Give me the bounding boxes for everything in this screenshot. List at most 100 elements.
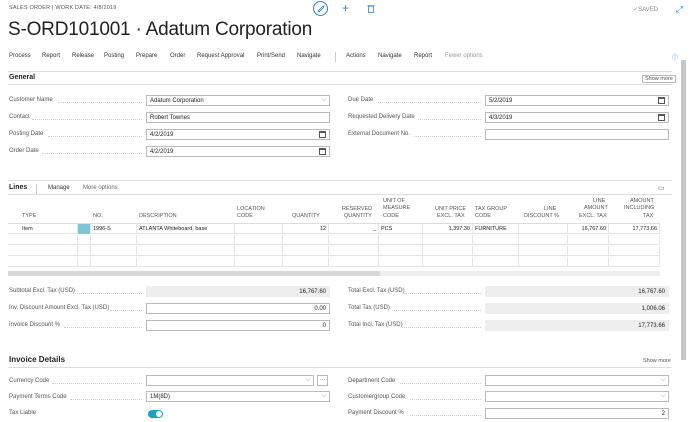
table-row[interactable]: Item 1996-S ATLANTA Whiteboard, base 12 … [8,224,660,234]
col-quantity[interactable]: QUANTITY [292,213,320,220]
customergroup-code-field[interactable]: ⌵ [485,391,669,402]
col-line-amount-2[interactable]: AMOUNT [584,205,608,212]
saved-status: ✓SAVED [633,7,658,13]
lines-horizontal-scrollbar[interactable] [8,271,660,276]
expand-button[interactable]: ⤢ [676,4,683,15]
customer-name-field[interactable]: Adatum Corporation ⌵ [146,95,330,106]
action-navigate-2[interactable]: Navigate [378,53,402,59]
col-amount-incl-2[interactable]: INCLUDING [624,205,654,212]
col-unit-price-2[interactable]: EXCL. TAX [437,213,465,220]
calendar-icon[interactable] [658,97,665,104]
col-line-amount-1[interactable]: LINE [593,198,605,205]
col-line-amount-3[interactable]: EXCL. TAX [579,213,607,220]
cell-amount-incl[interactable]: 17,773.66 [609,224,660,234]
col-line-disc-2[interactable]: DISCOUNT % [524,213,559,220]
lines-grid: Item 1996-S ATLANTA Whiteboard, base 12 … [8,223,660,269]
chevron-down-icon[interactable]: ⌵ [660,377,665,384]
cell-line-discount[interactable] [519,224,568,234]
calendar-icon[interactable] [319,148,326,155]
col-amount-incl-1[interactable]: AMOUNT [630,198,654,205]
action-posting[interactable]: Posting [104,53,124,59]
col-uom-2[interactable]: MEASURE [383,205,410,212]
cell-no[interactable]: 1996-S [91,224,137,234]
due-date-field[interactable]: 5/2/2019 [485,95,669,106]
cell-line-amount[interactable]: 16,767.60 [568,224,609,234]
col-type[interactable]: TYPE [22,213,36,220]
info-icon[interactable]: ⓘ [672,53,678,62]
col-line-disc-1[interactable]: LINE [544,206,556,213]
col-no[interactable]: NO. [93,213,103,220]
table-row[interactable] [8,235,660,245]
action-release[interactable]: Release [72,53,94,59]
action-print-send[interactable]: Print/Send [257,53,285,59]
lines-more-options[interactable]: More options [83,185,118,191]
action-order[interactable]: Order [170,53,185,59]
currency-code-field[interactable]: ⌵ [146,375,314,386]
action-report[interactable]: Report [42,53,60,59]
tax-liable-toggle[interactable] [148,410,163,418]
external-doc-field[interactable] [485,129,669,140]
fewer-options-link[interactable]: Fewer options [445,53,483,59]
col-tax-group-1[interactable]: TAX GROUP [475,206,507,213]
currency-lookup-button[interactable]: ··· [317,375,328,386]
inv-discount-amount-field[interactable]: 0.00 [146,303,330,314]
cell-description[interactable]: ATLANTA Whiteboard, base [137,224,235,234]
cell-uom[interactable]: PCS [379,224,423,234]
chevron-down-icon[interactable]: ⌵ [321,97,326,104]
action-request-approval[interactable]: Request Approval [197,53,244,59]
contact-field[interactable]: Robert Townes [146,112,330,123]
add-button[interactable]: + [342,1,349,15]
posting-date-field[interactable]: 4/2/2019 [146,129,330,140]
col-reserved-1[interactable]: RESERVED [342,206,372,213]
col-uom-1[interactable]: UNIT OF [383,198,405,205]
lines-section-title: Lines [9,184,28,191]
action-actions[interactable]: Actions [346,53,366,59]
cell-unit-price[interactable]: 1,397.30 [423,224,473,234]
subtotal-label: Subtotal Excl. Tax (USD) [9,288,75,294]
divider [8,367,672,368]
payment-terms-field[interactable]: 1M(8D) ⌵ [146,391,330,402]
payment-discount-field[interactable]: 2 [485,408,669,419]
cell-quantity[interactable]: 12 [283,224,329,234]
col-amount-incl-3[interactable]: TAX [643,213,653,220]
action-process[interactable]: Process [9,53,31,59]
cell-tax-group[interactable]: FURNITURE [473,224,519,234]
lines-manage[interactable]: Manage [48,185,70,191]
action-report-2[interactable]: Report [414,53,432,59]
action-prepare[interactable]: Prepare [136,53,157,59]
lines-expand-icon[interactable]: ▭ [658,184,665,192]
page-vertical-scrollbar[interactable] [681,60,686,360]
general-show-more[interactable]: Show more [642,75,676,83]
col-description[interactable]: DESCRIPTION [139,213,177,220]
department-code-field[interactable]: ⌵ [485,375,669,386]
col-uom-3[interactable]: CODE [383,213,399,220]
cell-location[interactable] [235,224,283,234]
chevron-down-icon[interactable]: ⌵ [321,393,326,400]
cell-type[interactable]: Item [20,224,78,234]
department-code-label: Department Code [348,378,396,384]
table-row[interactable] [8,246,660,256]
chevron-down-icon[interactable]: ⌵ [305,377,310,384]
delete-button[interactable] [367,4,375,15]
table-row[interactable] [8,257,660,267]
calendar-icon[interactable] [658,114,665,121]
col-tax-group-2[interactable]: CODE [475,213,491,220]
total-excl-value: 16,767.60 [485,286,669,297]
cell-reserved[interactable]: _ [329,224,379,234]
requested-delivery-field[interactable]: 4/3/2019 [485,112,669,123]
inv-discount-pct-field[interactable]: 0 [146,320,330,331]
calendar-icon[interactable] [319,131,326,138]
invoice-show-more[interactable]: Show more [643,358,671,364]
customer-name-label: Customer Name [9,97,53,103]
action-navigate[interactable]: Navigate [297,53,321,59]
col-unit-price-1[interactable]: UNIT PRICE [435,206,466,213]
edit-button[interactable] [313,1,328,16]
col-reserved-2[interactable]: QUANTITY [344,213,372,220]
row-menu[interactable] [78,224,91,234]
general-section-title: General [9,74,36,81]
col-location-1[interactable]: LOCATION [237,206,265,213]
chevron-down-icon[interactable]: ⌵ [660,393,665,400]
order-date-field[interactable]: 4/2/2019 [146,146,330,157]
scrollbar-thumb[interactable] [8,271,380,276]
col-location-2[interactable]: CODE [237,213,253,220]
